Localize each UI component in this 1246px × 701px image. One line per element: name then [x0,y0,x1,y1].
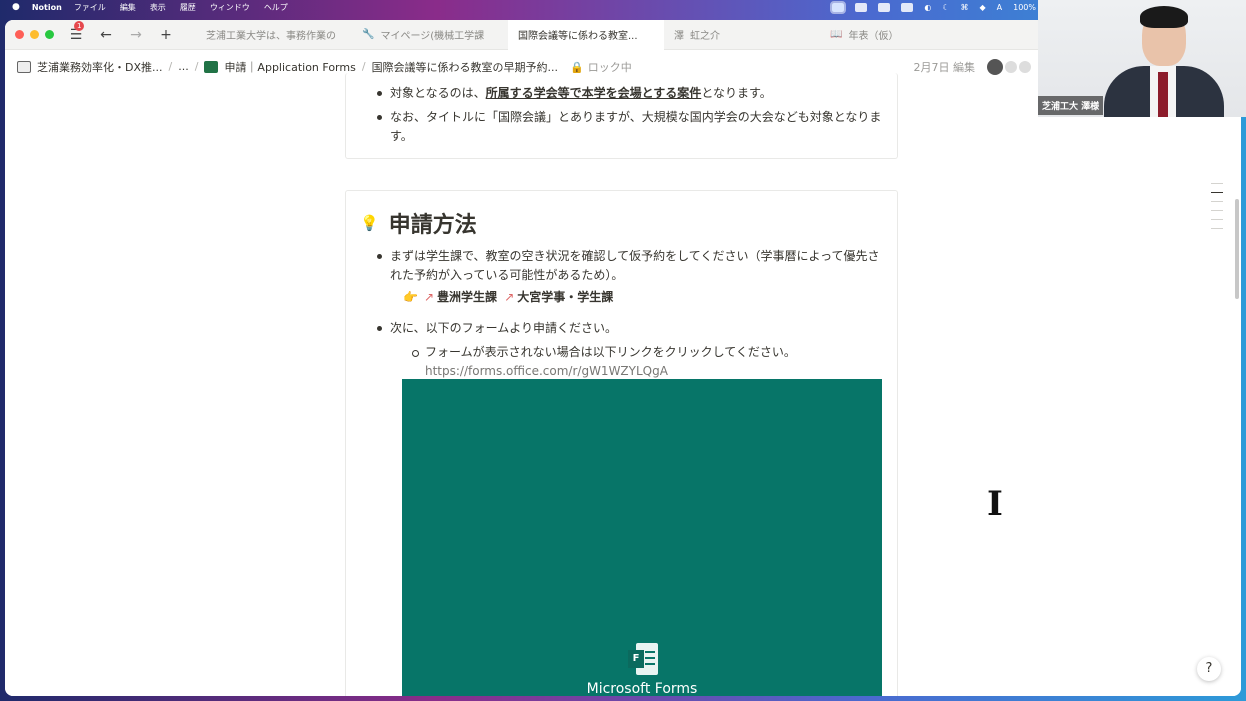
intro-list: 対象となるのは、所属する学会等で本学を会場とする案件となります。 なお、タイトル… [346,73,897,146]
nav-controls: ☰ 1 ← → + [68,20,174,43]
moon-icon[interactable]: ☾ [942,3,949,12]
tab-international-conference[interactable]: 国際会議等に係わる教室... [508,20,664,50]
tab-label: 年表（仮） [848,31,899,42]
status-tray: ◐ ☾ ⌘ ◆ A 100% [830,0,1036,14]
microsoft-forms-icon: F [628,643,658,675]
edited-date: 2月7日 編集 [913,60,976,74]
table-of-contents-ruler[interactable] [1211,183,1225,237]
link-toyosu[interactable]: 豊洲学生課 [437,290,497,304]
page-meta: 2月7日 編集 [913,50,1031,83]
apply-list: まずは学生課で、教室の空き状況を確認して仮予約をしてください（学事暦によって優先… [346,241,897,285]
wrench-icon: 🔧 [362,29,375,40]
input-method-icon[interactable]: A [997,3,1002,12]
bell-icon[interactable]: ◆ [979,3,985,12]
breadcrumb-workspace[interactable]: 芝浦業務効率化・DX推... [37,59,163,75]
sub-list-item[interactable]: フォームが表示されない場合は以下リンクをクリックしてください。 [412,343,883,362]
breadcrumb-ellipsis[interactable]: ... [178,60,189,73]
command-icon[interactable]: ⌘ [960,3,968,12]
headphones-icon[interactable]: ◐ [924,3,931,12]
breadcrumb-separator: / [168,60,173,73]
tab-sawa[interactable]: 澤 虹之介 [664,20,820,50]
apple-icon[interactable]: ● [12,2,20,12]
page-content: 対象となるのは、所属する学会等で本学を会場とする案件となります。 なお、タイトル… [5,73,1241,696]
tab-label: 虹之介 [690,31,720,42]
text-cursor-icon: I [987,484,1003,524]
workspace-icon [17,60,31,73]
menu-app-name[interactable]: Notion [32,3,62,12]
list-item[interactable]: 対象となるのは、所属する学会等で本学を会場とする案件となります。 [377,84,883,103]
link-omiya[interactable]: 大宮学事・学生課 [517,290,613,304]
video-call-overlay: 芝浦工大 澤様 [1038,0,1246,117]
sub-list: フォームが表示されない場合は以下リンクをクリックしてください。 [346,343,897,362]
notion-window: ☰ 1 ← → + 芝浦工業大学は、事務作業の 🔧 マイページ(機械工学課 国際… [5,20,1241,696]
list-item[interactable]: 次に、以下のフォームより申請ください。 [377,319,883,338]
link-icon: ↗ [504,290,515,304]
tab-mypage[interactable]: 🔧 マイページ(機械工学課 [352,20,508,50]
tab-label: 国際会議等に係わる教室... [518,31,638,42]
forward-arrow-icon[interactable]: → [128,27,144,43]
back-arrow-icon[interactable]: ← [98,27,114,43]
apply-callout: 💡 申請方法 まずは学生課で、教室の空き状況を確認して仮予約をしてください（学事… [345,190,898,696]
participant-name: 芝浦工大 澤様 [1038,96,1104,115]
help-button[interactable]: ? [1197,657,1221,681]
office-links: 👉 ↗ 豊洲学生課 ↗ 大宮学事・学生課 [346,288,897,307]
avatar [1005,60,1017,73]
tab-shibaura-news[interactable]: 芝浦工業大学は、事務作業の [196,20,352,50]
apply-list-2: 次に、以下のフォームより申請ください。 [346,313,897,338]
intro-callout: 対象となるのは、所属する学会等で本学を会場とする案件となります。 なお、タイトル… [345,73,898,159]
tab-chronology[interactable]: 📖 年表（仮） [820,20,976,50]
section-title[interactable]: 申請方法 [389,207,477,239]
battery-label: 100% [1013,2,1036,12]
avatar[interactable] [987,58,1003,75]
breadcrumb-parent[interactable]: 申請｜Application Forms [224,59,355,75]
window-controls [5,30,54,39]
lock-icon: 🔒 [570,60,584,74]
pointing-hand-icon: 👉 [403,290,418,304]
tab-label: マイページ(機械工学課 [380,31,485,42]
breadcrumb-separator: / [194,60,199,73]
menu-file[interactable]: ファイル [74,2,106,13]
scrollbar[interactable] [1235,199,1239,299]
breadcrumb-separator: / [361,60,366,73]
menu-history[interactable]: 履歴 [180,2,196,13]
list-item[interactable]: なお、タイトルに「国際会議」とありますが、大規模な国内学会の大会なども対象となり… [377,108,883,146]
embed-title: Microsoft Forms [586,681,698,696]
menu-help[interactable]: ヘルプ [264,2,288,13]
tab-strip: 芝浦工業大学は、事務作業の 🔧 マイページ(機械工学課 国際会議等に係わる教室.… [196,20,976,50]
emphasis-text: 所属する学会等で本学を会場とする案件 [485,86,702,100]
close-window-button[interactable] [15,30,24,39]
menu-bar: ● Notion ファイル 編集 表示 履歴 ウィンドウ ヘルプ ◐ ☾ ⌘ ◆… [0,0,1040,14]
tab-label: 芝浦工業大学は、事務作業の [206,31,336,42]
menu-edit[interactable]: 編集 [120,2,136,13]
lock-label: ロック中 [587,60,632,74]
section-heading: 💡 申請方法 [346,191,897,241]
menu-view[interactable]: 表示 [150,2,166,13]
notification-badge: 1 [74,20,85,31]
minimize-window-button[interactable] [30,30,39,39]
zoom-window-button[interactable] [45,30,54,39]
screen-share-icon[interactable] [830,0,847,14]
lightbulb-icon: 💡 [360,214,379,232]
sync-icon[interactable] [878,2,891,12]
user-icon: 澤 [674,31,684,42]
teams-icon[interactable] [855,2,868,12]
forms-page-icon [204,60,219,73]
menu-window[interactable]: ウィンドウ [210,2,250,13]
link-icon: ↗ [423,290,435,304]
book-icon: 📖 [830,29,843,40]
window-icon[interactable] [901,2,914,12]
list-item[interactable]: まずは学生課で、教室の空き状況を確認して仮予約をしてください（学事暦によって優先… [377,247,883,285]
new-tab-icon[interactable]: + [158,27,174,43]
forms-embed[interactable]: F Microsoft Forms [402,379,882,696]
avatar [1019,60,1031,73]
